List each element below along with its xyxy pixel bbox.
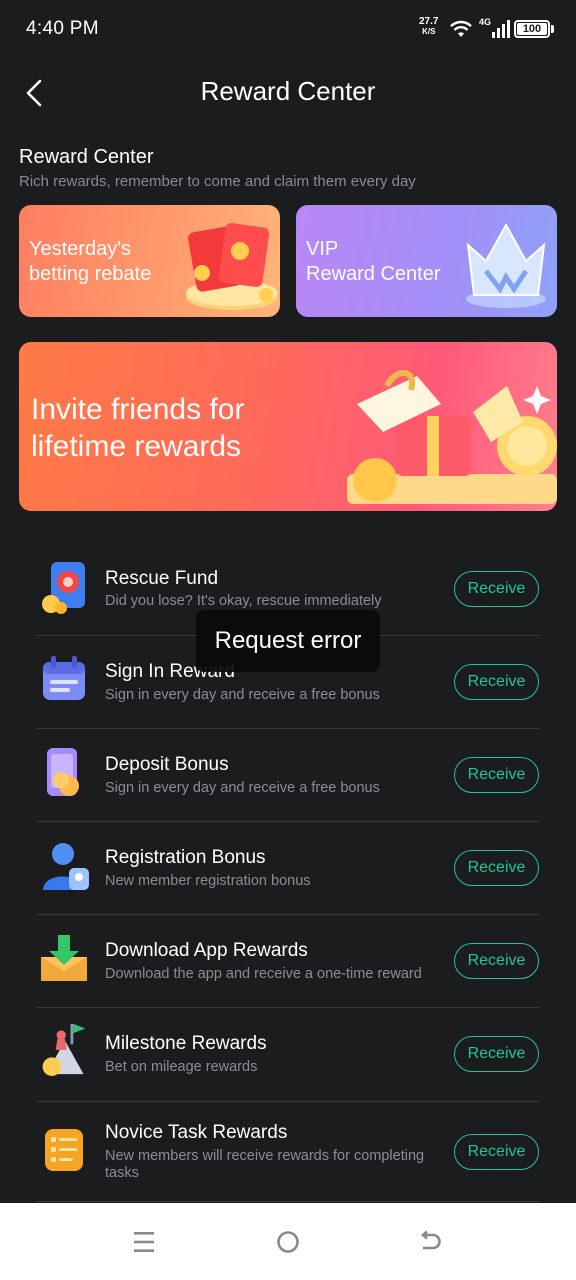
sign-in-receive-button[interactable]: Receive [454, 664, 539, 700]
deposit-bonus-receive-button[interactable]: Receive [454, 757, 539, 793]
signal-icon [492, 20, 510, 38]
status-time: 4:40 PM [26, 18, 99, 39]
download-app-title: Download App Rewards [105, 940, 308, 961]
novice-task-title: Novice Task Rewards [105, 1122, 288, 1143]
download-icon [41, 935, 87, 981]
section-title: Reward Center [19, 146, 154, 168]
invite-friends-banner[interactable]: Invite friends for lifetime rewards [19, 342, 557, 511]
milestone-desc: Bet on mileage rewards [105, 1059, 258, 1075]
list-item-download-app: Download App Rewards Download the app an… [37, 915, 539, 1008]
network-speed-value: 27.7 [419, 16, 439, 27]
registration-bonus-title: Registration Bonus [105, 847, 266, 868]
list-item-novice-task: Novice Task Rewards New members will rec… [37, 1102, 539, 1202]
deposit-bonus-title: Deposit Bonus [105, 754, 229, 775]
calendar-icon [43, 656, 85, 700]
milestone-flag-icon [42, 1023, 86, 1076]
wifi-icon [450, 20, 472, 37]
network-speed-unit: K/S [422, 27, 436, 36]
milestone-receive-button[interactable]: Receive [454, 1036, 539, 1072]
gift-box-icon [347, 370, 557, 504]
deposit-phone-icon [47, 748, 79, 796]
registration-bonus-receive-button[interactable]: Receive [454, 850, 539, 886]
list-item-registration-bonus: Registration Bonus New member registrati… [37, 822, 539, 915]
milestone-title: Milestone Rewards [105, 1033, 267, 1054]
menu-icon[interactable] [131, 1229, 157, 1255]
download-app-receive-button[interactable]: Receive [454, 943, 539, 979]
back-nav-icon[interactable] [419, 1229, 445, 1255]
sign-in-desc: Sign in every day and receive a free bon… [105, 687, 380, 703]
system-nav-bar [0, 1203, 576, 1280]
download-app-desc: Download the app and receive a one-time … [105, 966, 422, 982]
network-speed: 27.7 K/S [419, 17, 438, 37]
rescue-fund-desc: Did you lose? It's okay, rescue immediat… [105, 593, 382, 609]
vip-reward-card[interactable]: VIP Reward Center [296, 205, 557, 317]
request-error-toast: Request error [196, 610, 380, 672]
section-subtitle: Rich rewards, remember to come and claim… [19, 173, 416, 190]
user-icon [43, 843, 89, 890]
network-type: 4G [479, 17, 492, 27]
deposit-bonus-desc: Sign in every day and receive a free bon… [105, 780, 380, 796]
rescue-fund-title: Rescue Fund [105, 568, 219, 589]
betting-rebate-card[interactable]: Yesterday's betting rebate [19, 205, 280, 317]
status-bar: 4:40 PM 27.7 K/S 4G 100 [0, 0, 576, 58]
registration-bonus-desc: New member registration bonus [105, 873, 311, 889]
betting-rebate-label: Yesterday's betting rebate [29, 238, 152, 285]
novice-task-desc: New members will receive rewards for com… [105, 1148, 425, 1181]
battery-tip [551, 25, 554, 33]
battery-icon: 100 [514, 20, 550, 38]
home-icon[interactable] [275, 1229, 301, 1255]
rescue-fund-icon [42, 562, 85, 614]
task-list-icon [45, 1129, 83, 1171]
red-envelope-icon [186, 223, 278, 310]
novice-task-receive-button[interactable]: Receive [454, 1134, 539, 1170]
rescue-fund-receive-button[interactable]: Receive [454, 571, 539, 607]
list-item-deposit-bonus: Deposit Bonus Sign in every day and rece… [37, 729, 539, 822]
page-title: Reward Center [200, 76, 376, 106]
list-item-milestone: Milestone Rewards Bet on mileage rewards… [37, 1008, 539, 1102]
vip-reward-label: VIP Reward Center [306, 238, 441, 285]
invite-friends-label: Invite friends for lifetime rewards [31, 393, 245, 463]
battery-level: 100 [517, 23, 547, 35]
vip-crown-icon [466, 222, 546, 308]
